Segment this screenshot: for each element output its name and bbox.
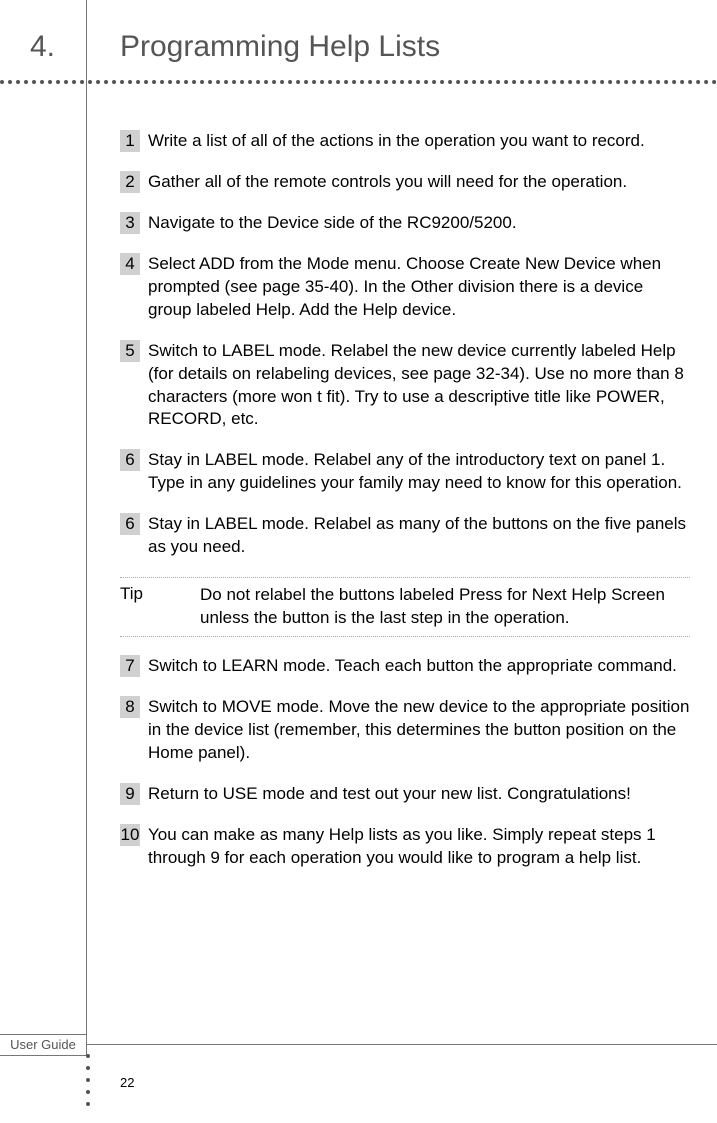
step: 4 Select ADD from the Mode menu. Choose … bbox=[120, 253, 690, 322]
step-number: 9 bbox=[120, 783, 140, 805]
step: 9 Return to USE mode and test out your n… bbox=[120, 783, 690, 806]
step-number: 8 bbox=[120, 696, 140, 718]
content-area: 1 Write a list of all of the actions in … bbox=[120, 130, 690, 888]
tip-block: Tip Do not relabel the buttons labeled P… bbox=[120, 577, 690, 637]
page: 4. Programming Help Lists 1 Write a list… bbox=[0, 0, 717, 1123]
vertical-rule bbox=[86, 0, 87, 1050]
step-number: 4 bbox=[120, 253, 140, 275]
step: 10 You can make as many Help lists as yo… bbox=[120, 824, 690, 870]
step-text: Switch to LABEL mode. Relabel the new de… bbox=[148, 340, 690, 432]
step-number: 7 bbox=[120, 655, 140, 677]
step: 2 Gather all of the remote controls you … bbox=[120, 171, 690, 194]
step-text: Navigate to the Device side of the RC920… bbox=[148, 212, 690, 235]
step-text: Return to USE mode and test out your new… bbox=[148, 783, 690, 806]
step-number: 10 bbox=[120, 824, 140, 846]
step-text: You can make as many Help lists as you l… bbox=[148, 824, 690, 870]
footer-horizontal-rule bbox=[86, 1044, 717, 1045]
step: 1 Write a list of all of the actions in … bbox=[120, 130, 690, 153]
step-number: 3 bbox=[120, 212, 140, 234]
step-text: Select ADD from the Mode menu. Choose Cr… bbox=[148, 253, 690, 322]
step-number: 5 bbox=[120, 340, 140, 362]
step-number: 2 bbox=[120, 171, 140, 193]
step-text: Switch to MOVE mode. Move the new device… bbox=[148, 696, 690, 765]
step-number: 6 bbox=[120, 513, 140, 535]
step-text: Gather all of the remote controls you wi… bbox=[148, 171, 690, 194]
step: 8 Switch to MOVE mode. Move the new devi… bbox=[120, 696, 690, 765]
step: 6 Stay in LABEL mode. Relabel as many of… bbox=[120, 513, 690, 559]
step-text: Write a list of all of the actions in th… bbox=[148, 130, 690, 153]
step-text: Switch to LEARN mode. Teach each button … bbox=[148, 655, 690, 678]
step: 3 Navigate to the Device side of the RC9… bbox=[120, 212, 690, 235]
step: 6 Stay in LABEL mode. Relabel any of the… bbox=[120, 449, 690, 495]
tip-label: Tip bbox=[120, 584, 200, 630]
section-number: 4. bbox=[30, 30, 55, 64]
step: 7 Switch to LEARN mode. Teach each butto… bbox=[120, 655, 690, 678]
vertical-dots-icon bbox=[86, 1054, 90, 1106]
dotted-horizontal-rule bbox=[0, 80, 717, 84]
step-number: 1 bbox=[120, 130, 140, 152]
footer-label: User Guide bbox=[0, 1034, 87, 1056]
page-number: 22 bbox=[120, 1075, 134, 1090]
step-number: 6 bbox=[120, 449, 140, 471]
step-text: Stay in LABEL mode. Relabel as many of t… bbox=[148, 513, 690, 559]
step: 5 Switch to LABEL mode. Relabel the new … bbox=[120, 340, 690, 432]
step-text: Stay in LABEL mode. Relabel any of the i… bbox=[148, 449, 690, 495]
tip-text: Do not relabel the buttons labeled Press… bbox=[200, 584, 690, 630]
section-title: Programming Help Lists bbox=[120, 30, 440, 64]
